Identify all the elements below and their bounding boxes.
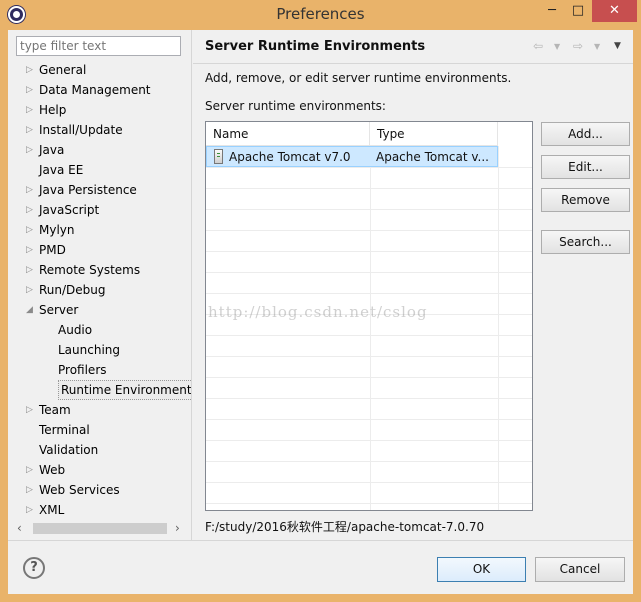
expanded-arrow-icon[interactable]: ◢: [26, 300, 36, 320]
collapsed-arrow-icon[interactable]: ▷: [26, 460, 36, 480]
grid-row-line: [206, 272, 532, 273]
page-description: Add, remove, or edit server runtime envi…: [205, 71, 512, 85]
collapsed-arrow-icon[interactable]: ▷: [26, 480, 36, 500]
filter-input[interactable]: [16, 36, 181, 56]
runtime-name-cell: Apache Tomcat v7.0: [229, 150, 351, 164]
grid-row-line: [206, 419, 532, 420]
forward-arrow-icon[interactable]: ⇨: [573, 39, 583, 53]
grid-row-line: [206, 251, 532, 252]
panel-divider[interactable]: [191, 30, 192, 540]
tree-item-label: Install/Update: [39, 123, 123, 137]
grid-row-line: [206, 482, 532, 483]
collapsed-arrow-icon[interactable]: ▷: [26, 80, 36, 100]
grid-row-line: [206, 503, 532, 504]
tree-horizontal-scrollbar[interactable]: ‹ ›: [15, 520, 192, 537]
tree-item-label: Remote Systems: [39, 263, 141, 277]
tree-item-label: General: [39, 63, 87, 77]
column-header-name[interactable]: Name: [206, 122, 370, 146]
add-button[interactable]: Add...: [541, 122, 630, 146]
tree-item-label: Profilers: [58, 363, 107, 377]
tree-item-label: Team: [39, 403, 71, 417]
collapsed-arrow-icon[interactable]: ▷: [26, 500, 36, 520]
tree-item-label: PMD: [39, 243, 66, 257]
collapsed-arrow-icon[interactable]: ▷: [26, 100, 36, 120]
collapsed-arrow-icon[interactable]: ▷: [26, 400, 36, 420]
title-bar: Preferences ─ □ ✕: [0, 0, 641, 30]
tree-item-label: Run/Debug: [39, 283, 106, 297]
collapsed-arrow-icon[interactable]: ▷: [26, 120, 36, 140]
scroll-left-icon[interactable]: ‹: [17, 520, 31, 537]
collapsed-arrow-icon[interactable]: ▷: [26, 220, 36, 240]
footer-separator: [8, 540, 633, 541]
close-button[interactable]: ✕: [592, 0, 637, 22]
title-separator: [193, 63, 633, 64]
grid-row-line: [206, 167, 532, 168]
view-menu-icon[interactable]: ▼: [614, 41, 621, 51]
grid-row-line: [206, 335, 532, 336]
grid-row-line: [206, 440, 532, 441]
tree-item-label: Help: [39, 103, 67, 117]
collapsed-arrow-icon[interactable]: ▷: [26, 140, 36, 160]
collapsed-arrow-icon[interactable]: ▷: [26, 260, 36, 280]
dialog-body: ▷General▷Data Management▷Help▷Install/Up…: [8, 30, 633, 594]
tree-item-label: Web Services: [39, 483, 120, 497]
runtime-list-label: Server runtime environments:: [205, 99, 386, 113]
tree-item-label: Data Management: [39, 83, 151, 97]
tree-item-label: Terminal: [39, 423, 90, 437]
column-header-type[interactable]: Type: [370, 122, 498, 146]
grid-column-line: [370, 146, 371, 510]
grid-row-line: [206, 188, 532, 189]
tree-item-label: JavaScript: [39, 203, 100, 217]
grid-row-line: [206, 398, 532, 399]
runtime-type-cell: Apache Tomcat v...: [376, 150, 489, 164]
watermark-text: http://blog.csdn.net/cslog: [208, 303, 428, 321]
forward-dropdown-icon[interactable]: ▼: [594, 42, 600, 51]
tree-item-label: Audio: [58, 323, 93, 337]
tree-item-label: Runtime Environment: [58, 380, 192, 400]
collapsed-arrow-icon[interactable]: ▷: [26, 60, 36, 80]
edit-button[interactable]: Edit...: [541, 155, 630, 179]
help-icon[interactable]: ?: [23, 557, 45, 579]
grid-row-line: [206, 209, 532, 210]
tree-item-label: Java: [39, 143, 65, 157]
tree-item-label: Server: [39, 303, 79, 317]
table-row[interactable]: Apache Tomcat v7.0 Apache Tomcat v...: [206, 146, 498, 167]
collapsed-arrow-icon[interactable]: ▷: [26, 240, 36, 260]
tree-item-label: Validation: [39, 443, 99, 457]
grid-row-line: [206, 377, 532, 378]
maximize-button[interactable]: □: [565, 0, 591, 22]
tree-item-label: Mylyn: [39, 223, 75, 237]
runtime-location-path: F:/study/2016秋软件工程/apache-tomcat-7.0.70: [205, 520, 485, 534]
collapsed-arrow-icon[interactable]: ▷: [26, 280, 36, 300]
grid-column-line: [498, 146, 499, 510]
collapsed-arrow-icon[interactable]: ▷: [26, 200, 36, 220]
back-dropdown-icon[interactable]: ▼: [554, 42, 560, 51]
server-runtime-icon: [214, 149, 223, 164]
grid-row-line: [206, 293, 532, 294]
search-button[interactable]: Search...: [541, 230, 630, 254]
ok-button[interactable]: OK: [437, 557, 526, 582]
cancel-button[interactable]: Cancel: [535, 557, 625, 582]
scroll-right-icon[interactable]: ›: [175, 520, 189, 537]
tree-item-label: Java Persistence: [39, 183, 137, 197]
tree-item-label: Java EE: [39, 163, 84, 177]
tree-item-label: XML: [39, 503, 65, 517]
preference-tree: ▷ General ▷ Data Management ▷ Help ▷ Install/Up…: [15, 60, 192, 540]
tree-item-label: Launching: [58, 343, 121, 357]
remove-button[interactable]: Remove: [541, 188, 630, 212]
back-arrow-icon[interactable]: ⇦: [533, 39, 543, 53]
tree-item-label: Web: [39, 463, 66, 477]
collapsed-arrow-icon[interactable]: ▷: [26, 180, 36, 200]
page-title: Server Runtime Environments: [205, 39, 426, 54]
scroll-thumb[interactable]: [33, 523, 167, 534]
grid-row-line: [206, 461, 532, 462]
preferences-window: Preferences ─ □ ✕ ▷General▷Data Manageme…: [0, 0, 641, 602]
minimize-button[interactable]: ─: [539, 0, 565, 22]
grid-row-line: [206, 230, 532, 231]
grid-row-line: [206, 356, 532, 357]
